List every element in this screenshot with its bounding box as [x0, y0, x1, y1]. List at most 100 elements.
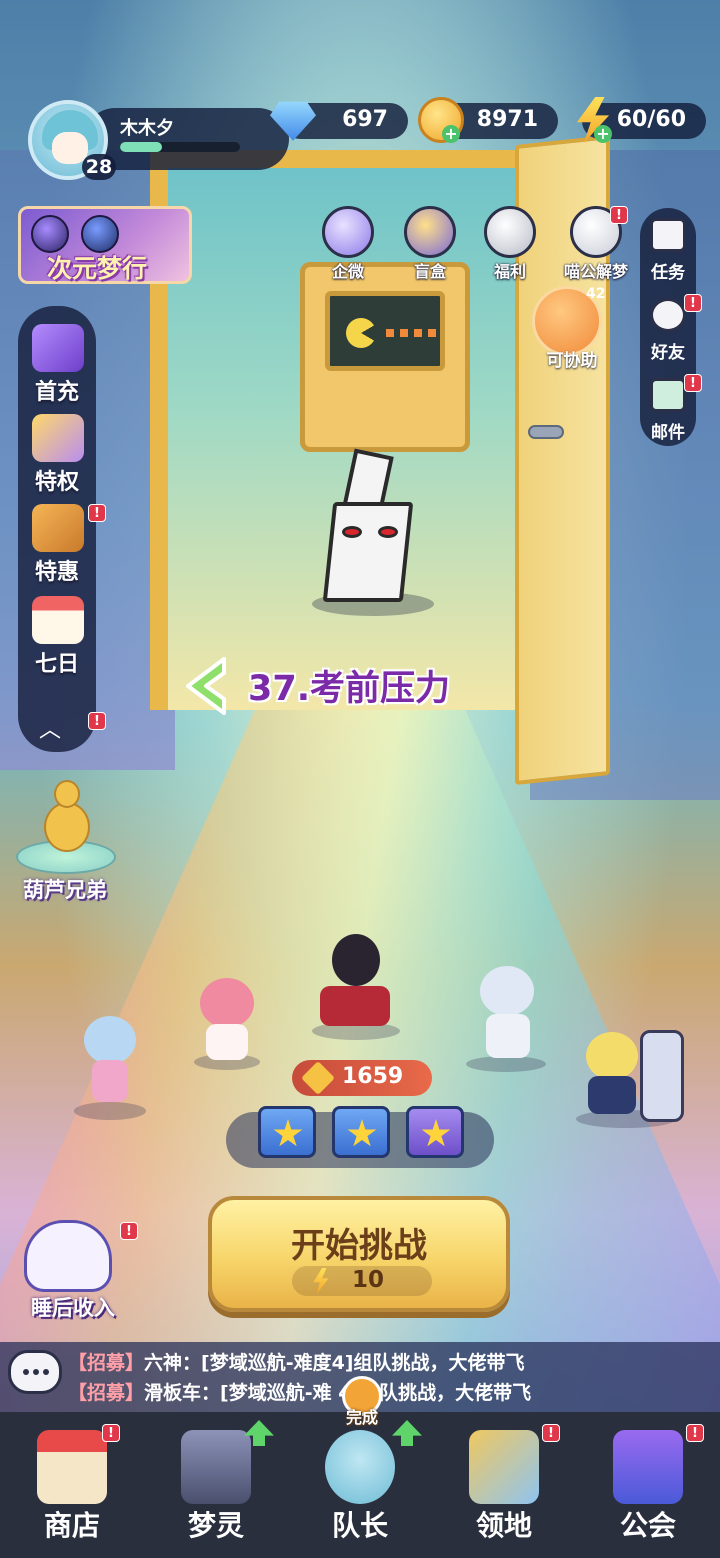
robot-icon [181, 1430, 251, 1504]
hero-body [92, 1060, 128, 1102]
menu-label: 邮件 [651, 423, 685, 443]
nav-guild[interactable]: ! 公会 [576, 1412, 720, 1558]
start-challenge-label: 开始挑战 [291, 1226, 427, 1266]
nav-label: 公会 [619, 1509, 676, 1542]
stage-boss[interactable] [320, 448, 420, 610]
reward-chest[interactable] [258, 1106, 316, 1158]
cat-dream-button[interactable]: 喵公解梦 ! [556, 206, 636, 286]
menu-mail[interactable]: 邮件 ! [640, 374, 702, 454]
nav-shop[interactable]: ! 商店 [0, 1412, 144, 1558]
icon-label: 盲盒 [413, 262, 446, 281]
orb-icon [31, 215, 69, 253]
hulu-label: 葫芦兄弟 [23, 878, 107, 902]
boss-eye [342, 526, 362, 538]
notification-badge: ! [686, 1424, 704, 1442]
coins-counter[interactable]: + 8971 [418, 97, 558, 143]
sleeping-sheep-icon [24, 1220, 112, 1292]
hero-spider-girl[interactable] [70, 1012, 150, 1122]
icon-label: 企微 [331, 262, 364, 281]
gift-icon [322, 206, 374, 258]
add-energy-icon[interactable]: + [594, 125, 612, 143]
nav-dream-spirit[interactable]: 梦灵 [144, 1412, 288, 1558]
blind-box-button[interactable]: 盲盒 [394, 206, 464, 286]
nav-label: 商店 [43, 1509, 100, 1542]
hero-shadow [74, 1102, 146, 1120]
player-panel[interactable]: 28 木木夕 [28, 100, 289, 180]
xp-fill [120, 142, 162, 152]
chat-tag: 【招募】 [68, 1352, 145, 1374]
hero-nurse[interactable] [190, 972, 264, 1072]
hero-head [332, 934, 380, 986]
energy-value: 60/60 [616, 107, 686, 132]
event-banner[interactable]: 次元梦行 [18, 206, 192, 284]
energy-cost-value: 10 [352, 1267, 385, 1293]
gourd-top [54, 780, 80, 808]
hero-head [200, 978, 254, 1028]
menu-privilege[interactable]: 特权 [18, 414, 96, 495]
hulu-brothers-event[interactable]: 葫芦兄弟 [10, 780, 120, 910]
assist-count: 42 [586, 286, 606, 302]
pacman-icon [346, 318, 376, 348]
team-power-badge: 1659 [292, 1060, 432, 1096]
menu-seven-day[interactable]: 七日 [18, 596, 96, 677]
team-power-value: 1659 [342, 1064, 404, 1089]
sleep-income-button[interactable]: ! 睡后收入 [8, 1208, 138, 1324]
gems-counter[interactable]: 697 [270, 101, 408, 141]
reward-chest[interactable] [406, 1106, 464, 1158]
menu-first-recharge[interactable]: 首充 [18, 324, 96, 405]
welfare-button[interactable]: 福利 [474, 206, 544, 286]
collapse-menu-chevron-icon[interactable]: ︿ [22, 716, 78, 746]
hammer-icon [32, 324, 84, 372]
energy-counter[interactable]: + 60/60 [576, 97, 706, 143]
nav-leader[interactable]: 队长 [288, 1412, 432, 1558]
complete-label: 完成 [345, 1408, 378, 1427]
assist-button[interactable]: 42 可协助 [528, 286, 626, 371]
notification-badge: ! [684, 294, 702, 312]
energy-cost: 10 [292, 1266, 432, 1296]
add-coins-icon[interactable]: + [442, 125, 460, 143]
hero-head [84, 1016, 136, 1064]
star-icon [421, 1119, 451, 1147]
nav-label: 队长 [331, 1509, 388, 1542]
menu-tasks[interactable]: 任务 [640, 214, 696, 294]
star-icon [273, 1119, 303, 1147]
calendar-icon [32, 596, 84, 644]
hero-swordswoman[interactable] [304, 930, 404, 1040]
sword-icon [301, 1061, 335, 1095]
orb-icon [81, 215, 119, 253]
icon-label: 喵公解梦 [563, 262, 628, 281]
gift-box-icon [32, 504, 84, 552]
event-title: 次元梦行 [47, 254, 148, 283]
hero-body [206, 1024, 248, 1060]
notification-badge: ! [610, 206, 628, 224]
previous-stage-arrow-icon[interactable] [180, 655, 232, 717]
menu-friends[interactable]: 好友 ! [640, 294, 702, 374]
leader-complete-marker[interactable]: 完成 [334, 1376, 390, 1432]
chat-message: 【招募】滑板车：[梦域巡航-难 4]组队挑战，大佬带飞 [68, 1378, 531, 1405]
nav-label: 梦灵 [187, 1509, 244, 1542]
hero-cyber-girl[interactable] [462, 962, 552, 1072]
shop-icon [37, 1430, 107, 1504]
hero-head [586, 1032, 638, 1080]
mail-icon [650, 378, 686, 412]
coins-value: 8971 [476, 107, 538, 132]
player-level: 28 [82, 154, 116, 180]
xp-bar [120, 142, 240, 152]
nav-territory[interactable]: ! 领地 [432, 1412, 576, 1558]
notification-badge: ! [684, 374, 702, 392]
hero-head [480, 966, 534, 1016]
icon-label: 福利 [493, 262, 526, 281]
hero-body [320, 986, 390, 1026]
menu-special-offer[interactable]: 特惠 ! [18, 504, 106, 585]
menu-label: 任务 [651, 263, 685, 283]
gems-value: 697 [342, 107, 388, 132]
territory-icon [469, 1430, 539, 1504]
reward-chest[interactable] [332, 1106, 390, 1158]
hero-punk-boy[interactable] [566, 1024, 690, 1128]
start-challenge-button[interactable]: 开始挑战 10 [208, 1196, 510, 1312]
wecom-button[interactable]: 企微 [312, 206, 382, 286]
notification-badge: ! [88, 504, 106, 522]
chat-bubble-icon[interactable] [8, 1350, 62, 1394]
task-icon [650, 218, 686, 252]
leader-icon [325, 1430, 395, 1504]
